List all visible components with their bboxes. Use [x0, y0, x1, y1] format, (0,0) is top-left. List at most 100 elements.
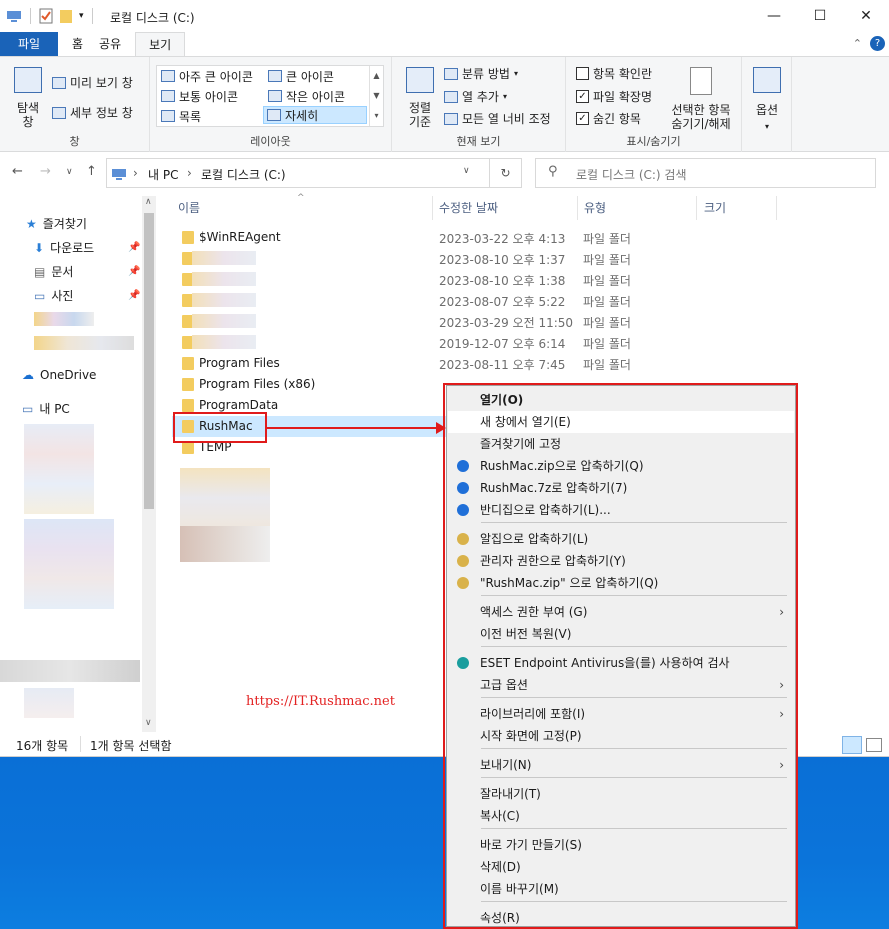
layout-small-icons[interactable]: 작은 아이콘 [265, 87, 367, 105]
nav-documents[interactable]: ▤ 문서 [34, 263, 73, 280]
column-header-size[interactable]: 크기 [704, 196, 726, 220]
blurred-nav-item [24, 688, 74, 718]
column-divider[interactable] [432, 196, 433, 220]
close-button[interactable]: ✕ [843, 0, 889, 32]
toolbar-separator [91, 8, 93, 24]
hide-selected-button[interactable]: 선택한 항목 숨기기/해제 [666, 67, 736, 131]
layout-list[interactable]: 목록 [158, 107, 264, 125]
window-title: 로컬 디스크 (C:) [110, 11, 195, 25]
ribbon-group-pane: 탐색 창 미리 보기 창 세부 정보 창 창 [0, 57, 150, 152]
layout-details[interactable]: 자세히 [263, 106, 367, 124]
title-bar: ▾ 로컬 디스크 (C:) — ☐ ✕ [0, 0, 889, 32]
group-by-icon [444, 67, 458, 80]
details-pane-button[interactable]: 세부 정보 창 [52, 104, 133, 121]
column-divider[interactable] [776, 196, 777, 220]
nav-pictures[interactable]: ▭ 사진 [34, 287, 73, 304]
column-divider[interactable] [577, 196, 578, 220]
details-pane-label: 세부 정보 창 [70, 106, 133, 120]
checkbox-unchecked-icon [576, 67, 589, 80]
column-header-name[interactable]: 이름 [178, 196, 200, 220]
dropdown-arrow-icon: ▾ [764, 122, 769, 131]
nav-pane-scroll-thumb[interactable] [144, 213, 154, 509]
large-icons-icon [268, 70, 282, 82]
chevron-up-icon[interactable]: ⌃ [853, 37, 862, 50]
nav-pane-button[interactable]: 탐색 창 [10, 67, 46, 129]
nav-downloads[interactable]: ⬇ 다운로드 [34, 239, 94, 256]
item-checkboxes-toggle[interactable]: 항목 확인란 [576, 65, 652, 82]
quick-access-toolbar: ▾ [6, 8, 95, 24]
folder-icon [182, 378, 194, 391]
file-date: 2023-08-11 오후 7:45 [439, 358, 566, 372]
file-row[interactable]: 2023-03-29 오전 11:50 파일 폴더 [172, 311, 796, 332]
file-extensions-toggle[interactable]: ✓ 파일 확장명 [576, 88, 652, 105]
tab-view[interactable]: 보기 [135, 32, 186, 56]
cloud-icon: ☁ [22, 368, 34, 382]
download-icon: ⬇ [34, 240, 45, 255]
details-view-toggle-icon[interactable] [842, 736, 862, 754]
file-name: $WinREAgent [199, 230, 281, 244]
breadcrumb-this-pc[interactable]: 내 PC [148, 166, 178, 183]
file-date: 2023-03-22 오후 4:13 [439, 232, 566, 246]
item-checkboxes-label: 항목 확인란 [593, 67, 653, 81]
layout-gallery-scroll[interactable]: ▲ ▼ ▾ [369, 66, 383, 126]
maximize-button[interactable]: ☐ [797, 0, 843, 32]
folder-icon [182, 231, 194, 244]
group-label-pane: 창 [69, 135, 80, 148]
layout-item-label: 보통 아이콘 [179, 89, 239, 104]
back-button[interactable]: ← [12, 164, 23, 179]
add-columns-button[interactable]: 열 추가 ▾ [444, 88, 507, 105]
nav-quick-access[interactable]: ★ 즐겨찾기 [26, 215, 87, 232]
options-button[interactable]: 옵션 ▾ [750, 67, 784, 131]
customize-qat-dropdown-icon[interactable]: ▾ [79, 11, 84, 21]
pc-icon [7, 11, 21, 22]
sort-by-label: 정렬 기준 [408, 101, 432, 129]
file-extensions-label: 파일 확장명 [593, 90, 653, 104]
file-date: 2023-08-10 오후 1:38 [439, 274, 566, 288]
hidden-items-toggle[interactable]: ✓ 숨긴 항목 [576, 110, 641, 127]
preview-pane-button[interactable]: 미리 보기 창 [52, 74, 133, 91]
column-divider[interactable] [696, 196, 697, 220]
large-icons-view-toggle-icon[interactable] [866, 738, 882, 752]
help-icon[interactable]: ? [870, 36, 885, 51]
file-type: 파일 폴더 [583, 232, 631, 246]
fit-columns-button[interactable]: 모든 열 너비 조정 [444, 110, 551, 127]
tab-file[interactable]: 파일 [0, 32, 58, 56]
file-row[interactable]: 2019-12-07 오후 6:14 파일 폴더 [172, 332, 796, 353]
tab-home[interactable]: 홈 [58, 32, 91, 56]
search-box[interactable]: ⚲ 로컬 디스크 (C:) 검색 [535, 158, 876, 188]
layout-medium-icons[interactable]: 보통 아이콘 [158, 87, 264, 105]
file-row[interactable]: Program Files 2023-08-11 오후 7:45 파일 폴더 [172, 353, 796, 374]
new-folder-icon[interactable] [59, 8, 73, 24]
scroll-down-arrow[interactable]: ∨ [145, 718, 152, 728]
group-by-label: 분류 방법 [462, 67, 510, 81]
nav-this-pc[interactable]: ▭ 내 PC [22, 400, 70, 417]
column-header-modified[interactable]: 수정한 날짜 [439, 196, 498, 220]
breadcrumb-local-disk[interactable]: 로컬 디스크 (C:) [201, 166, 286, 183]
folder-icon [182, 357, 194, 370]
file-type: 파일 폴더 [583, 295, 631, 309]
minimize-button[interactable]: — [751, 0, 797, 32]
file-date: 2023-08-07 오후 5:22 [439, 295, 566, 309]
pin-icon: 📌 [128, 290, 141, 301]
forward-button[interactable]: → [40, 164, 51, 179]
breadcrumb-separator: › [133, 166, 138, 180]
scroll-up-arrow[interactable]: ∧ [145, 197, 152, 207]
file-row[interactable]: $WinREAgent 2023-03-22 오후 4:13 파일 폴더 [172, 227, 796, 248]
sort-by-button[interactable]: 정렬 기준 [400, 67, 440, 129]
blurred-file-item [180, 526, 270, 562]
file-row[interactable]: 2023-08-10 오후 1:38 파일 폴더 [172, 269, 796, 290]
tab-share[interactable]: 공유 [91, 32, 135, 56]
recent-locations-dropdown[interactable]: ∨ [66, 167, 73, 177]
group-by-button[interactable]: 분류 방법 ▾ [444, 65, 518, 82]
file-row[interactable]: 2023-08-10 오후 1:37 파일 폴더 [172, 248, 796, 269]
properties-icon[interactable] [39, 8, 53, 24]
up-button[interactable]: ↑ [86, 164, 97, 179]
layout-extra-large-icons[interactable]: 아주 큰 아이콘 [158, 67, 264, 85]
layout-large-icons[interactable]: 큰 아이콘 [265, 67, 367, 85]
address-bar[interactable]: › 내 PC › 로컬 디스크 (C:) ∨ ↻ [106, 158, 522, 188]
refresh-icon[interactable]: ↻ [489, 159, 521, 187]
address-dropdown-icon[interactable]: ∨ [463, 166, 470, 176]
nav-onedrive[interactable]: ☁ OneDrive [22, 368, 96, 382]
file-row[interactable]: 2023-08-07 오후 5:22 파일 폴더 [172, 290, 796, 311]
column-header-type[interactable]: 유형 [584, 196, 606, 220]
